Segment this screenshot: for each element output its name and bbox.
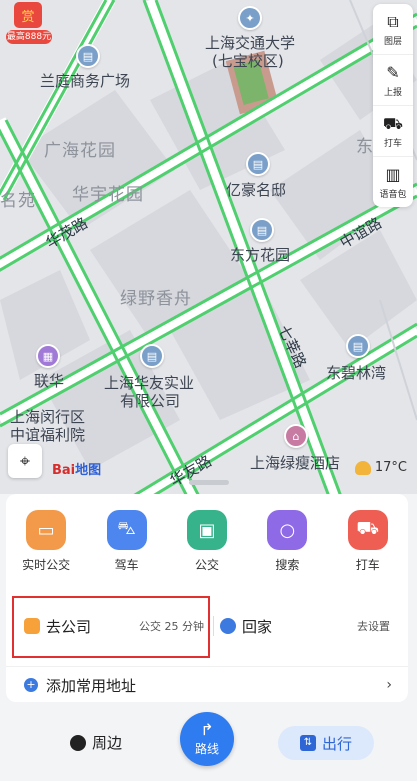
quick-actions: ▭ 实时公交 ⛍ 驾车 ▣ 公交 ○ 搜索 ⛟ 打车 bbox=[6, 510, 408, 573]
home-setup[interactable]: 去设置 bbox=[357, 618, 390, 634]
quick-search[interactable]: ○ 搜索 bbox=[252, 510, 322, 573]
voice-pack-button[interactable]: ▥ 语音包 bbox=[373, 157, 413, 207]
layers-icon: ⧉ bbox=[387, 11, 399, 31]
map-label-huayou2: 有限公司 bbox=[120, 392, 181, 410]
route-icon: ↱ bbox=[200, 719, 214, 739]
report-button[interactable]: ✎ 上报 bbox=[373, 55, 413, 106]
home-label: 回家 bbox=[242, 617, 273, 636]
travel-label: 出行 bbox=[321, 734, 352, 753]
school-poi-icon[interactable]: ✦ bbox=[238, 6, 262, 30]
hotel-poi-icon[interactable]: ⌂ bbox=[284, 424, 308, 448]
bottom-nav: 周边 ↱ 路线 ⇅ 出行 bbox=[0, 712, 417, 781]
car-icon: ⛍ bbox=[106, 510, 147, 550]
map-label-lvshou[interactable]: 上海绿瘦酒店 bbox=[250, 452, 340, 473]
reward-icon: 赏 bbox=[14, 2, 42, 28]
nearby-button[interactable]: 周边 bbox=[70, 732, 122, 753]
residence-poi-icon[interactable]: ▤ bbox=[246, 152, 270, 176]
reward-tag: 最高888元 bbox=[6, 30, 52, 44]
weather-widget[interactable]: 17°C bbox=[354, 460, 407, 475]
report-label: 上报 bbox=[383, 87, 402, 98]
locate-button[interactable]: ⌖ bbox=[8, 444, 42, 478]
taxi-icon: ⛟ bbox=[382, 113, 404, 133]
weather-temp: 17°C bbox=[374, 460, 407, 475]
search-icon: ○ bbox=[267, 510, 308, 550]
map-label-lianhua[interactable]: 联华 bbox=[34, 370, 64, 391]
bus-icon: ▣ bbox=[186, 510, 227, 550]
company-poi-icon[interactable]: ▤ bbox=[140, 344, 164, 368]
shop-poi-icon[interactable]: ▦ bbox=[36, 344, 60, 368]
quick-label: 驾车 bbox=[114, 558, 139, 572]
layers-label: 图层 bbox=[383, 36, 402, 47]
route-label: 路线 bbox=[194, 741, 219, 756]
reward-badge[interactable]: 赏 最高888元 bbox=[6, 2, 52, 44]
compass-icon bbox=[70, 734, 86, 751]
quick-label: 搜索 bbox=[275, 558, 300, 572]
map-label-lvye: 绿野香舟 bbox=[120, 289, 192, 309]
travel-button[interactable]: ⇅ 出行 bbox=[278, 726, 374, 760]
add-address-label: 添加常用地址 bbox=[46, 676, 137, 695]
weather-icon bbox=[354, 460, 371, 475]
voice-pack-label: 语音包 bbox=[379, 189, 407, 200]
taxi-tool-label: 打车 bbox=[383, 138, 402, 149]
quick-drive[interactable]: ⛍ 驾车 bbox=[92, 510, 162, 573]
quick-realtime-bus[interactable]: ▭ 实时公交 bbox=[11, 510, 81, 573]
go-home-button[interactable]: 回家 去设置 bbox=[220, 598, 406, 654]
chevron-right-icon: › bbox=[386, 677, 392, 693]
realtime-bus-icon: ▭ bbox=[26, 510, 67, 550]
quick-label: 打车 bbox=[355, 558, 380, 572]
quick-label: 实时公交 bbox=[22, 558, 71, 572]
residence-poi-icon-3[interactable]: ▤ bbox=[346, 334, 370, 358]
map-label-huayu: 华宇花园 bbox=[72, 185, 144, 205]
voice-pack-icon: ▥ bbox=[385, 164, 401, 184]
map-label-dong-edge: 东 bbox=[356, 137, 374, 157]
taxi-icon: ⛟ bbox=[347, 510, 388, 550]
home-icon bbox=[220, 618, 236, 634]
nearby-label: 周边 bbox=[92, 734, 123, 752]
quick-bus[interactable]: ▣ 公交 bbox=[172, 510, 242, 573]
panel-drag-handle[interactable] bbox=[189, 480, 229, 485]
divider bbox=[213, 616, 214, 636]
route-button[interactable]: ↱ 路线 bbox=[180, 712, 234, 766]
locate-icon: ⌖ bbox=[19, 450, 31, 472]
quick-label: 公交 bbox=[194, 558, 219, 572]
map-toolbar: ⧉ 图层 ✎ 上报 ⛟ 打车 ▥ 语音包 bbox=[373, 4, 413, 207]
map-view[interactable]: 赏 最高888元 ✦ 上海交通大学 (七宝校区) ▤ 兰庭商务广场 广海花园 华… bbox=[0, 0, 417, 510]
report-icon: ✎ bbox=[386, 62, 400, 82]
map-label-mingyuan: 名苑 bbox=[0, 191, 36, 211]
residence-poi-icon-2[interactable]: ▤ bbox=[250, 218, 274, 242]
map-label-lanting[interactable]: 兰庭商务广场 bbox=[40, 70, 130, 91]
map-label-dongfang[interactable]: 东方花园 bbox=[230, 244, 290, 265]
building-poi-icon[interactable]: ▤ bbox=[76, 44, 100, 68]
plus-icon: + bbox=[24, 678, 38, 692]
highlight-box bbox=[12, 596, 210, 658]
map-label-sjtu-sub: (七宝校区) bbox=[212, 52, 284, 70]
travel-icon: ⇅ bbox=[299, 735, 316, 751]
map-label-guanghai: 广海花园 bbox=[44, 141, 116, 161]
layers-button[interactable]: ⧉ 图层 bbox=[373, 4, 413, 55]
baidu-map-logo: Bai地图 bbox=[52, 463, 102, 478]
map-label-minhang2: 中谊福利院 bbox=[10, 426, 86, 444]
add-common-address[interactable]: + 添加常用地址 › bbox=[6, 666, 408, 703]
quick-taxi[interactable]: ⛟ 打车 bbox=[333, 510, 403, 573]
map-label-dongbi[interactable]: 东碧林湾 bbox=[326, 362, 386, 383]
taxi-tool-button[interactable]: ⛟ 打车 bbox=[373, 106, 413, 157]
map-label-yihao[interactable]: 亿豪名邸 bbox=[226, 179, 286, 200]
